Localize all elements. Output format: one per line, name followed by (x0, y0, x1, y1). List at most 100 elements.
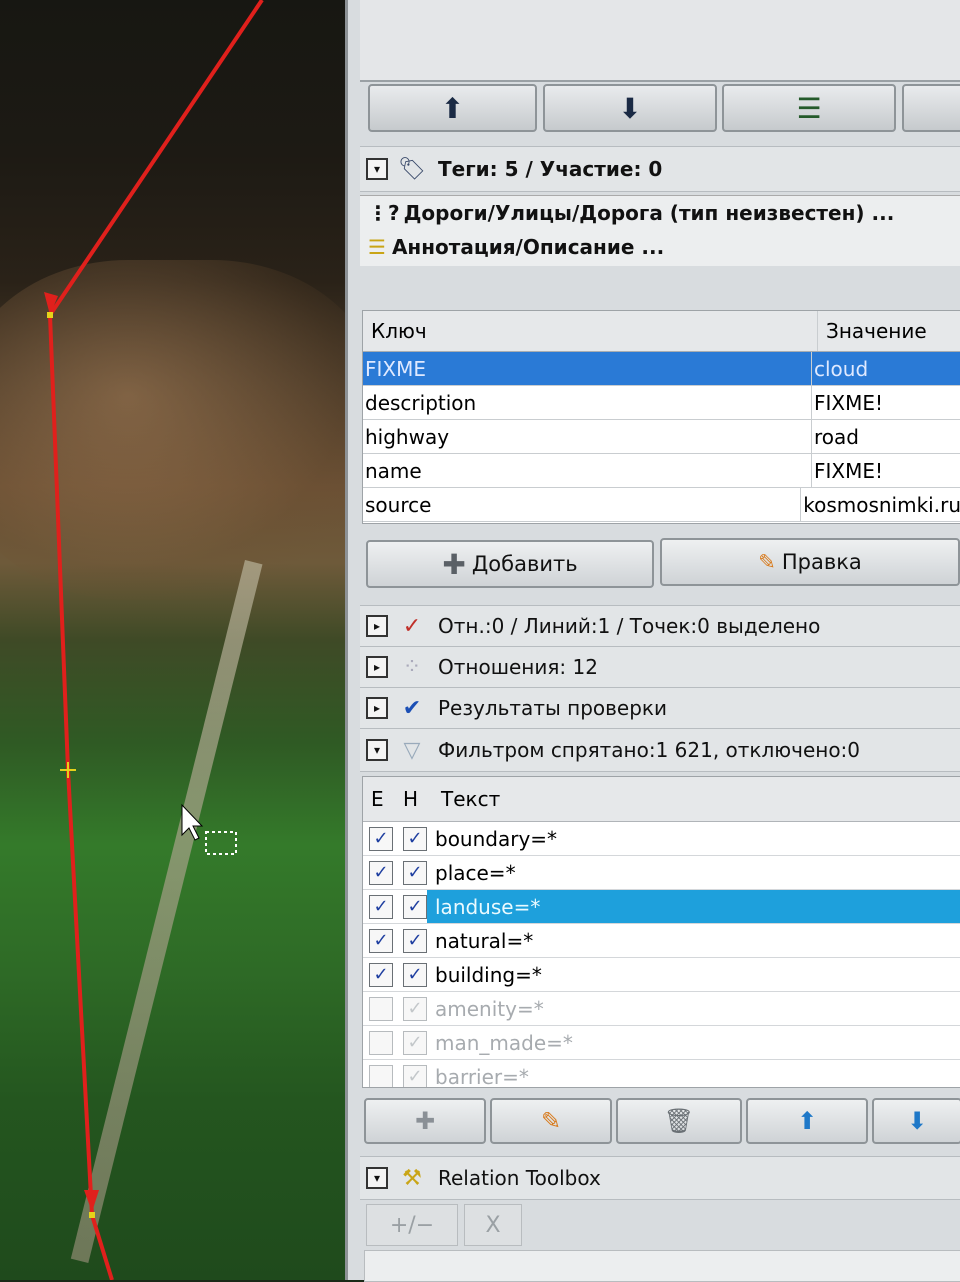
filter-text[interactable]: amenity=* (427, 992, 960, 1025)
table-row[interactable]: name FIXME! (363, 454, 960, 488)
arrow-down-icon: ⬇ (906, 1107, 928, 1135)
column-header-hide[interactable]: H (403, 787, 433, 811)
column-header-text[interactable]: Текст (433, 787, 500, 811)
table-row[interactable]: ✓ ✓ boundary=* (363, 822, 960, 856)
tags-section-header[interactable]: ▾ 🏷 Теги: 5 / Участие: 0 (360, 146, 960, 192)
remove-member-button[interactable]: X (464, 1204, 522, 1246)
filter-text[interactable]: natural=* (427, 924, 960, 957)
enabled-checkbox[interactable]: ✓ (369, 894, 393, 919)
tag-value[interactable]: FIXME! (812, 454, 960, 487)
map-overlay (44, 0, 264, 1280)
preset-label: Дороги/Улицы/Дорога (тип неизвестен) ... (403, 201, 895, 225)
add-tag-button[interactable]: ✚ Добавить (366, 540, 654, 588)
layer-ok-button[interactable]: ☰ (722, 84, 896, 132)
arrow-up-icon: ⬆ (796, 1107, 818, 1135)
filter-up-button[interactable]: ⬆ (746, 1098, 868, 1144)
road-preset-icon: ⋮? (368, 201, 400, 225)
move-up-button[interactable]: ⬆ (368, 84, 537, 132)
hide-checkbox[interactable]: ✓ (403, 928, 427, 953)
table-row[interactable]: ✓ ✓ natural=* (363, 924, 960, 958)
enabled-checkbox[interactable]: ✓ (369, 860, 393, 885)
column-header-key[interactable]: Ключ (363, 311, 818, 351)
hide-checkbox[interactable]: ✓ (403, 894, 427, 919)
tag-table: Ключ Значение FIXME cloud description FI… (362, 310, 960, 524)
table-row[interactable]: ✓ ✓ landuse=* (363, 890, 960, 924)
tags-section-title: Теги: 5 / Участие: 0 (438, 157, 663, 181)
tag-value[interactable]: cloud (812, 352, 960, 385)
enabled-checkbox[interactable] (369, 1064, 393, 1087)
hide-checkbox[interactable]: ✓ (403, 996, 427, 1021)
tag-key[interactable]: FIXME (363, 352, 812, 385)
filter-text[interactable]: man_made=* (427, 1026, 960, 1059)
tag-key[interactable]: description (363, 386, 812, 419)
table-row[interactable]: ✓ amenity=* (363, 992, 960, 1026)
edit-tag-button[interactable]: ✎ Правка (660, 538, 960, 586)
filter-text[interactable]: place=* (427, 856, 960, 889)
tag-key[interactable]: name (363, 454, 812, 487)
filter-section-header[interactable]: ▾ ▽ Фильтром спрятано:1 621, отключено:0 (360, 728, 960, 772)
enabled-checkbox[interactable]: ✓ (369, 962, 393, 987)
expand-icon[interactable]: ▸ (366, 656, 388, 678)
preset-label: Аннотация/Описание ... (391, 235, 665, 259)
hide-checkbox[interactable]: ✓ (403, 1064, 427, 1087)
enabled-checkbox[interactable]: ✓ (369, 928, 393, 953)
checkmark-icon: ✔ (402, 695, 422, 721)
collapse-icon[interactable]: ▾ (366, 739, 388, 761)
enabled-checkbox[interactable] (369, 1030, 393, 1055)
delete-filter-button[interactable]: 🗑 (616, 1098, 742, 1144)
filter-text[interactable]: barrier=* (427, 1060, 960, 1088)
validation-section-header[interactable]: ▸ ✔ Результаты проверки (360, 687, 960, 729)
extra-button[interactable] (902, 84, 960, 132)
way-direction-arrow (84, 1190, 99, 1212)
filter-text[interactable]: landuse=* (427, 890, 960, 923)
relation-toolbox-header[interactable]: ▾ ⚒ Relation Toolbox (360, 1156, 960, 1200)
table-row[interactable]: ✓ man_made=* (363, 1026, 960, 1060)
filter-funnel-icon: ▽ (403, 737, 421, 763)
hide-checkbox[interactable]: ✓ (403, 860, 427, 885)
way-node[interactable] (89, 1212, 95, 1218)
tag-value[interactable]: FIXME! (812, 386, 960, 419)
table-row[interactable]: ✓ ✓ building=* (363, 958, 960, 992)
toolbox-icon: ⚒ (402, 1165, 422, 1191)
add-tag-label: Добавить (471, 552, 578, 576)
relations-section-header[interactable]: ▸ ⁘ Отношения: 12 (360, 646, 960, 688)
add-filter-button[interactable]: ✚ (364, 1098, 486, 1144)
column-header-enabled[interactable]: E (363, 787, 403, 811)
filter-down-button[interactable]: ⬇ (872, 1098, 960, 1144)
table-row[interactable]: FIXME cloud (363, 352, 960, 386)
tag-value[interactable]: road (812, 420, 960, 453)
table-row[interactable]: description FIXME! (363, 386, 960, 420)
way-node[interactable] (47, 312, 53, 318)
hide-checkbox[interactable]: ✓ (403, 826, 427, 851)
filter-text[interactable]: building=* (427, 958, 960, 991)
table-row[interactable]: ✓ barrier=* (363, 1060, 960, 1088)
preset-item[interactable]: ☰ Аннотация/Описание ... (360, 230, 960, 264)
preset-item[interactable]: ⋮? Дороги/Улицы/Дорога (тип неизвестен) … (360, 196, 960, 230)
expand-icon[interactable]: ▸ (366, 697, 388, 719)
tag-key[interactable]: highway (363, 420, 812, 453)
tag-key[interactable]: source (363, 488, 802, 521)
relation-selector[interactable] (364, 1250, 960, 1282)
selection-section-header[interactable]: ▸ ✓ Отн.:0 / Линий:1 / Точек:0 выделено (360, 605, 960, 647)
move-down-button[interactable]: ⬇ (543, 84, 717, 132)
tag-value[interactable]: kosmosnimki.ru (801, 488, 960, 521)
collapse-icon[interactable]: ▾ (366, 158, 388, 180)
selection-section-title: Отн.:0 / Линий:1 / Точек:0 выделено (438, 614, 821, 638)
edit-tag-label: Правка (781, 550, 862, 574)
collapse-icon[interactable]: ▾ (366, 1167, 388, 1189)
enabled-checkbox[interactable]: ✓ (369, 826, 393, 851)
expand-icon[interactable]: ▸ (366, 615, 388, 637)
table-row[interactable]: highway road (363, 420, 960, 454)
edit-filter-button[interactable]: ✎ (490, 1098, 612, 1144)
add-remove-member-button[interactable]: +/− (366, 1204, 458, 1246)
map-view[interactable] (0, 0, 350, 1280)
selection-icon: ✓ (402, 613, 422, 639)
column-header-value[interactable]: Значение (818, 311, 960, 351)
table-row[interactable]: ✓ ✓ place=* (363, 856, 960, 890)
hide-checkbox[interactable]: ✓ (403, 962, 427, 987)
hide-checkbox[interactable]: ✓ (403, 1030, 427, 1055)
enabled-checkbox[interactable] (369, 996, 393, 1021)
table-row[interactable]: source kosmosnimki.ru (363, 488, 960, 522)
selected-way[interactable] (47, 0, 264, 1280)
filter-text[interactable]: boundary=* (427, 822, 960, 855)
